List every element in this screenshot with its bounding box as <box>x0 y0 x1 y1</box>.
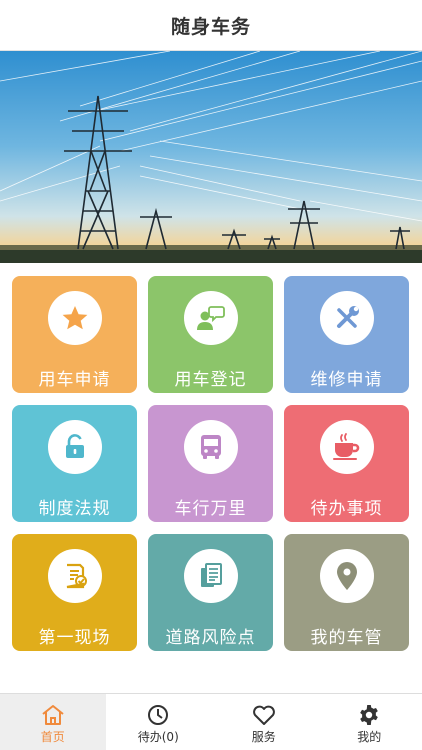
tile-label: 道路风险点 <box>165 628 256 648</box>
tile-label: 维修申请 <box>310 370 383 390</box>
tile-icon-circle <box>47 291 102 345</box>
tile-apply-vehicle[interactable]: 用车申请 <box>12 276 137 393</box>
star-icon <box>62 306 87 330</box>
page-title: 随身车务 <box>170 15 251 38</box>
tab-label: 首页 <box>40 729 65 744</box>
location-pin-icon <box>336 562 357 590</box>
tab-label: 服务 <box>251 729 276 744</box>
bottom-tab-bar: 首页 待办(0) 服务 我的 <box>0 693 422 750</box>
person-chat-icon <box>196 306 225 330</box>
tile-todo-items[interactable]: 待办事项 <box>284 405 409 522</box>
tile-label: 制度法规 <box>38 499 111 519</box>
banner-image[interactable] <box>0 51 422 263</box>
tile-label: 待办事项 <box>310 499 383 519</box>
tab-label: 待办(0) <box>137 729 179 744</box>
heart-icon <box>252 705 275 725</box>
tile-label: 车行万里 <box>174 499 247 519</box>
document-check-icon <box>66 563 87 589</box>
tile-my-vehicle[interactable]: 我的车管 <box>284 534 409 651</box>
tile-label: 第一现场 <box>38 628 111 648</box>
tile-label: 用车登记 <box>174 370 247 390</box>
tile-road-risk[interactable]: 道路风险点 <box>148 534 273 651</box>
tab-todo[interactable]: 待办(0) <box>106 694 212 750</box>
unlock-icon <box>65 434 84 458</box>
tab-mine[interactable]: 我的 <box>317 694 422 750</box>
power-lines-photo <box>0 51 422 263</box>
tile-icon-circle <box>183 420 238 474</box>
tile-label: 我的车管 <box>310 628 383 648</box>
tile-register-vehicle[interactable]: 用车登记 <box>148 276 273 393</box>
tile-first-scene[interactable]: 第一现场 <box>12 534 137 651</box>
coffee-cup-icon <box>332 433 359 460</box>
tile-repair-request[interactable]: 维修申请 <box>284 276 409 393</box>
tab-label: 我的 <box>357 729 382 744</box>
tile-travel[interactable]: 车行万里 <box>148 405 273 522</box>
tile-icon-circle <box>47 549 102 603</box>
documents-icon <box>200 563 222 587</box>
tab-service[interactable]: 服务 <box>211 694 317 750</box>
gear-icon <box>360 704 379 725</box>
bus-icon <box>200 435 221 459</box>
function-grid: 用车申请 用车登记 维修申请 制度法规 车行万里 待办事项 第一现场 道路风险点… <box>12 276 410 651</box>
tab-home[interactable]: 首页 <box>0 694 106 750</box>
home-icon <box>42 704 64 725</box>
tile-icon-circle <box>319 291 374 345</box>
tile-icon-circle <box>319 549 374 603</box>
clock-icon <box>148 704 169 725</box>
tools-icon <box>336 306 359 328</box>
tile-icon-circle <box>319 420 374 474</box>
tile-icon-circle <box>183 291 238 345</box>
tile-icon-circle <box>47 420 102 474</box>
tile-regulations[interactable]: 制度法规 <box>12 405 137 522</box>
tile-label: 用车申请 <box>38 370 111 390</box>
tile-icon-circle <box>183 549 238 603</box>
app-header: 随身车务 <box>0 0 422 51</box>
